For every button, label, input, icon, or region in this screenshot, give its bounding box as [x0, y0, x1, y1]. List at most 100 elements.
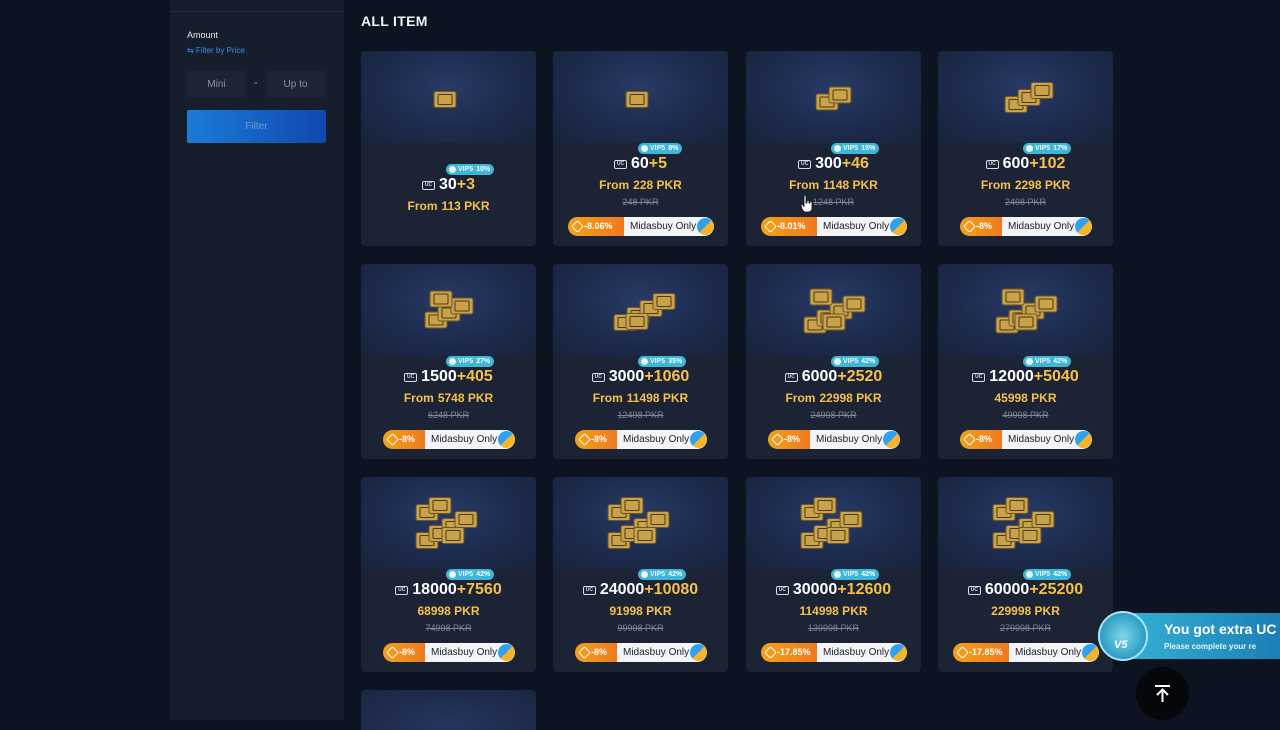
discount-tag-icon — [578, 646, 591, 659]
range-dash: - — [254, 77, 258, 89]
midasbuy-only-label: Midasbuy Only — [1002, 430, 1092, 449]
discount-percent: -8.01% — [761, 217, 817, 236]
vip-percent: 35% — [668, 358, 683, 365]
price: 114998 PKR — [746, 604, 921, 618]
uc-icon: UC — [784, 373, 798, 382]
uc-bonus: +25200 — [1029, 581, 1084, 598]
discount-tag-icon — [386, 433, 399, 446]
original-price: 248 PKR — [622, 197, 659, 207]
midasbuy-only-label: Midasbuy Only — [1009, 643, 1099, 662]
vip-percent: 27% — [476, 358, 491, 365]
uc-coins-image — [746, 477, 921, 569]
item-card[interactable]: VIP5 8% UC 60+5 From 228 PKR 248 PKR -8.06% Mida… — [553, 51, 728, 246]
vip-level: VIP5 — [1035, 358, 1051, 365]
vip-bonus-tag: VIP5 27% — [446, 356, 495, 367]
from-label: From — [599, 178, 630, 192]
uc-amount: UC 600+102 — [938, 155, 1113, 173]
uc-base: 30000 — [792, 581, 838, 598]
vip-bonus-tag: VIP5 17% — [1023, 143, 1072, 154]
vip-shield-icon — [833, 570, 842, 579]
item-card[interactable]: VIP5 15% UC 300+46 From 1148 PKR 1248 PKR -8.01… — [746, 51, 921, 246]
price-value: 114998 PKR — [799, 604, 868, 618]
original-price: 74998 PKR — [425, 623, 472, 633]
item-card[interactable]: VIP5 35% UC 3000+1060 From 11498 PKR 12498 PKR… — [553, 264, 728, 459]
vip-bonus-tag: VIP5 8% — [638, 143, 683, 154]
vip-shield-icon — [640, 144, 649, 153]
midasbuy-only-label: Midasbuy Only — [425, 430, 515, 449]
from-label: From — [980, 178, 1011, 192]
original-price: 279998 PKR — [999, 623, 1052, 633]
uc-amount: UC 3000+1060 — [553, 368, 728, 386]
uc-amount: UC 12000+5040 — [938, 368, 1113, 386]
vip-bonus-tag: VIP5 10% — [446, 164, 495, 175]
vip-percent: 10% — [476, 166, 491, 173]
vip-shield-icon — [833, 357, 842, 366]
uc-bonus: +7560 — [456, 581, 502, 598]
discount-badge: -17.85% Midasbuy Only — [761, 643, 907, 662]
uc-base: 24000 — [599, 581, 645, 598]
uc-bonus: +12600 — [837, 581, 892, 598]
original-price: 6248 PKR — [427, 410, 470, 420]
price-range: - — [187, 71, 326, 97]
section-title: ALL ITEM — [361, 13, 428, 29]
uc-bonus: +1060 — [644, 368, 690, 385]
uc-base: 600 — [1002, 155, 1030, 172]
item-card[interactable]: VIP5 10% UC 30+3 From 113 PKR — [361, 51, 536, 246]
vip-percent: 42% — [1053, 358, 1068, 365]
item-card[interactable]: VIP5 17% UC 600+102 From 2298 PKR 2498 PKR -8% M… — [938, 51, 1113, 246]
discount-badge: -8% Midasbuy Only — [383, 643, 515, 662]
discount-tag-icon — [963, 220, 976, 233]
uc-bonus: +3 — [456, 176, 476, 193]
price-value: 113 PKR — [441, 199, 490, 213]
discount-tag-icon — [571, 220, 584, 233]
discount-percent: -8% — [768, 430, 810, 449]
item-card[interactable]: VIP5 42% UC 12000+5040 45998 PKR 49998 PKR -8%… — [938, 264, 1113, 459]
uc-coins-image — [553, 51, 728, 143]
vip-percent: 42% — [1053, 571, 1068, 578]
vip-percent: 8% — [668, 145, 679, 152]
price-value: 91998 PKR — [609, 604, 672, 618]
uc-coins-image — [938, 264, 1113, 356]
uc-amount: UC 30000+12600 — [746, 581, 921, 599]
item-card[interactable]: VIP5 27% UC 1500+405 From 5748 PKR 6248 PKR -8%… — [361, 264, 536, 459]
vip-shield-icon — [640, 570, 649, 579]
uc-bonus: +5 — [648, 155, 668, 172]
vip-shield-icon — [1025, 570, 1034, 579]
uc-coins-image — [361, 51, 536, 143]
filter-button[interactable]: Filter — [187, 110, 326, 143]
price-value: 5748 PKR — [437, 391, 494, 405]
extra-uc-toast[interactable]: V5 You got extra UC Please complete your… — [1098, 611, 1280, 661]
uc-icon: UC — [404, 373, 418, 382]
item-card[interactable]: VIP5 42% UC 6000+2520 From 22998 PKR 24998 PKR… — [746, 264, 921, 459]
uc-coins-image — [746, 264, 921, 356]
min-price-input[interactable] — [187, 71, 246, 97]
discount-tag-icon — [963, 433, 976, 446]
price: From 228 PKR — [553, 178, 728, 192]
vip-bonus-tag: VIP5 15% — [831, 143, 880, 154]
uc-amount: UC 300+46 — [746, 155, 921, 173]
item-card[interactable]: VIP5 42% UC 60000+25200 229998 PKR 279998 PKR… — [938, 477, 1113, 672]
midasbuy-logo-icon — [690, 644, 707, 661]
item-card[interactable]: VIP5 42% UC 30000+12600 114998 PKR 139998 PKR… — [746, 477, 921, 672]
original-price: 139998 PKR — [807, 623, 860, 633]
price-value: 228 PKR — [633, 178, 682, 192]
uc-coins-image — [361, 477, 536, 569]
from-label: From — [407, 199, 438, 213]
item-card[interactable]: VIP5 42% UC 18000+7560 68998 PKR 74998 PKR -8%… — [361, 477, 536, 672]
discount-percent: -8% — [960, 217, 1002, 236]
discount-percent: -8% — [575, 430, 617, 449]
price-value: 229998 PKR — [991, 604, 1060, 618]
uc-amount: UC 30+3 — [361, 176, 536, 194]
discount-badge: -8% Midasbuy Only — [575, 643, 707, 662]
price: 68998 PKR — [361, 604, 536, 618]
back-to-top-button[interactable] — [1136, 667, 1189, 720]
uc-base: 1500 — [421, 368, 457, 385]
price-value: 2298 PKR — [1014, 178, 1071, 192]
midasbuy-only-label: Midasbuy Only — [617, 430, 707, 449]
price-value: 22998 PKR — [819, 391, 882, 405]
item-card[interactable]: VIP5 42% UC 24000+10080 91998 PKR 99998 PKR -8… — [553, 477, 728, 672]
uc-bonus: +46 — [841, 155, 869, 172]
item-card-partial[interactable] — [361, 690, 536, 730]
max-price-input[interactable] — [266, 71, 325, 97]
vip-percent: 42% — [861, 358, 876, 365]
